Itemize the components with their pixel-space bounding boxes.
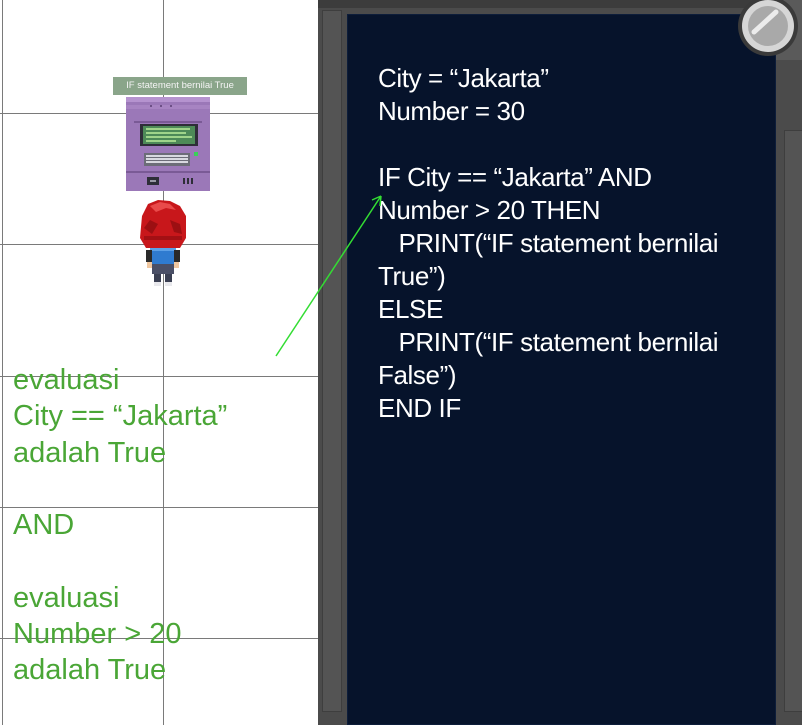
player-character-icon[interactable] [136,198,190,288]
magnifier-icon[interactable] [730,0,802,60]
room-wall-strip [322,10,342,712]
note-line: adalah True [13,654,167,687]
terminal-label: IF statement bernilai True [113,77,247,95]
note-line: evaluasi [13,364,120,396]
room-wall-strip [784,130,802,712]
note-line: evaluasi [13,581,120,614]
note-line [13,543,313,579]
code-line: Number = 30 [378,96,525,126]
computer-terminal-icon[interactable] [126,97,210,191]
note-line [13,471,313,507]
game-area[interactable]: IF statement bernilai True evaluasi City… [0,0,318,725]
code-line: Number > 20 THEN [378,195,601,225]
grid-line [2,0,3,725]
code-line: True”) [378,261,446,291]
code-line: ELSE [378,294,443,324]
code-line: PRINT(“IF statement bernilai [378,228,719,258]
note-line: City == “Jakarta” [13,400,228,433]
code-block: City = “Jakarta” Number = 30 IF City == … [378,62,778,425]
code-line: City = “Jakarta” [378,63,549,93]
code-line: END IF [378,393,461,423]
note-line: AND [13,509,75,542]
code-line: False”) [378,360,457,390]
code-line: PRINT(“IF statement bernilai [378,327,719,357]
note-line: Number > 20 [13,618,182,651]
evaluation-notes: evaluasi City == “Jakarta” adalah True A… [13,362,313,689]
code-line: IF City == “Jakarta” AND [378,162,652,192]
note-line: adalah True [13,436,167,469]
